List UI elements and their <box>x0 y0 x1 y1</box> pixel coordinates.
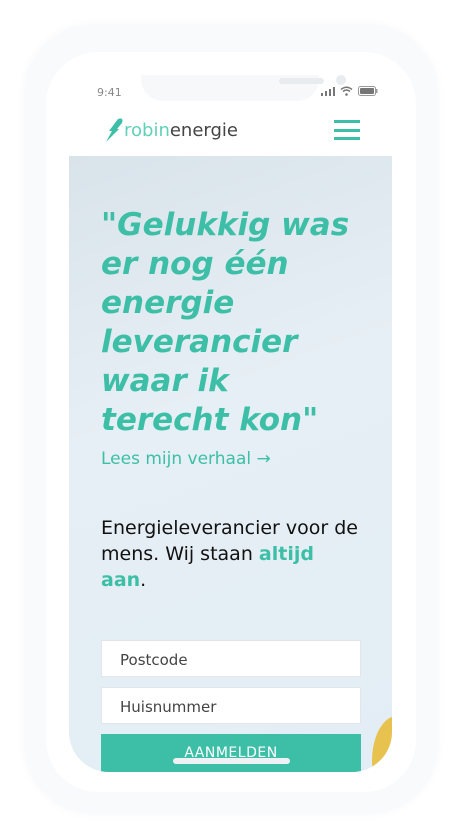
battery-icon <box>358 86 378 96</box>
decorative-coin <box>372 716 392 772</box>
notch <box>141 75 346 101</box>
wifi-icon <box>340 86 353 96</box>
logo-text-robin: robin <box>124 119 170 141</box>
hero-quote: "Gelukkig was er nog één energie leveran… <box>101 207 350 438</box>
home-indicator <box>173 758 290 764</box>
logo-text-energie: energie <box>169 119 239 141</box>
logo[interactable]: robin energie <box>104 117 238 143</box>
menu-icon[interactable] <box>334 120 360 140</box>
tagline: Energieleverancier voor de mens. Wij sta… <box>101 515 361 593</box>
hero-section: "Gelukkig was er nog één energie leveran… <box>69 156 392 772</box>
signal-icon <box>321 86 335 96</box>
camera <box>336 75 346 85</box>
site-header: robin energie <box>69 103 392 156</box>
status-icons <box>321 86 378 96</box>
speaker <box>279 78 324 84</box>
tagline-text: Energieleverancier voor de mens. Wij sta… <box>101 517 359 565</box>
feather-icon <box>106 118 123 142</box>
phone-screen: "Gelukkig was er nog één energie leveran… <box>69 75 392 772</box>
huisnummer-input[interactable]: Huisnummer <box>101 687 361 724</box>
read-story-link[interactable]: Lees mijn verhaal → <box>101 449 271 469</box>
postcode-input[interactable]: Postcode <box>101 640 361 677</box>
status-time: 9:41 <box>97 86 122 99</box>
tagline-end: . <box>140 569 147 591</box>
submit-button[interactable]: AANMELDEN <box>101 734 361 772</box>
